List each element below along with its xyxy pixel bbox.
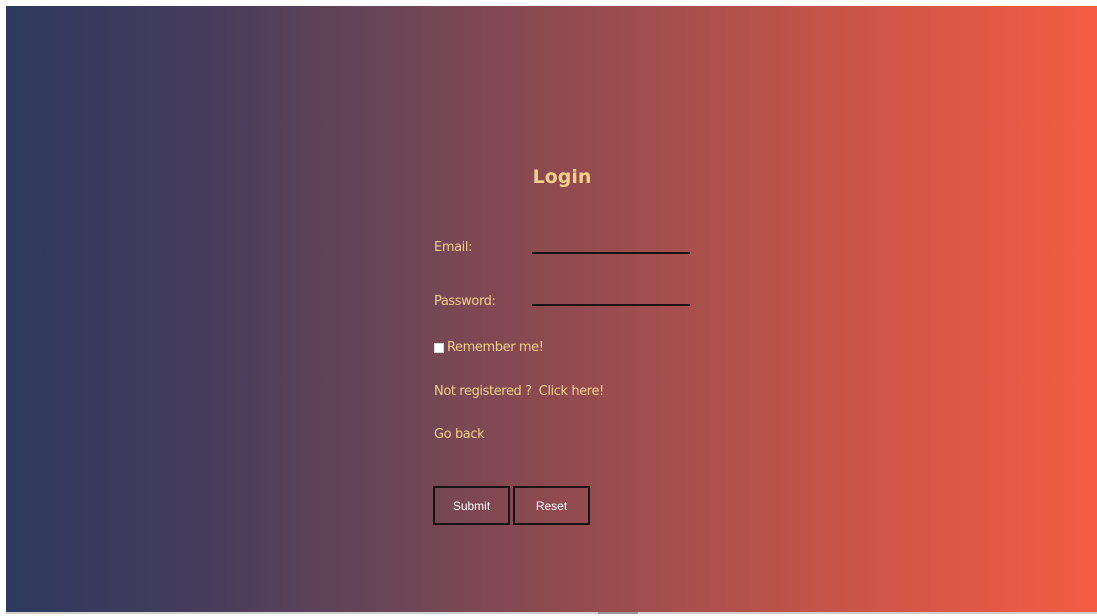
- horizontal-scrollbar[interactable]: [6, 612, 1097, 614]
- login-title: Login: [532, 166, 592, 188]
- login-form: Login Email: Password: Remember me! Not …: [428, 156, 728, 536]
- remember-me-row: Remember me!: [434, 340, 544, 355]
- page-background: Login Email: Password: Remember me! Not …: [6, 6, 1097, 612]
- not-registered-text: Not registered ?: [434, 384, 532, 399]
- remember-me-label: Remember me!: [447, 340, 544, 355]
- remember-me-checkbox[interactable]: [434, 342, 444, 353]
- password-label: Password:: [434, 294, 496, 309]
- email-label: Email:: [434, 240, 473, 255]
- register-prompt: Not registered ? Click here!: [434, 384, 604, 399]
- register-link[interactable]: Click here!: [539, 384, 605, 399]
- reset-button[interactable]: Reset: [513, 486, 590, 525]
- go-back-link[interactable]: Go back: [434, 427, 485, 442]
- submit-button[interactable]: Submit: [433, 486, 510, 525]
- email-field[interactable]: [532, 234, 690, 254]
- scrollbar-thumb[interactable]: [598, 612, 638, 614]
- password-field[interactable]: [532, 286, 690, 306]
